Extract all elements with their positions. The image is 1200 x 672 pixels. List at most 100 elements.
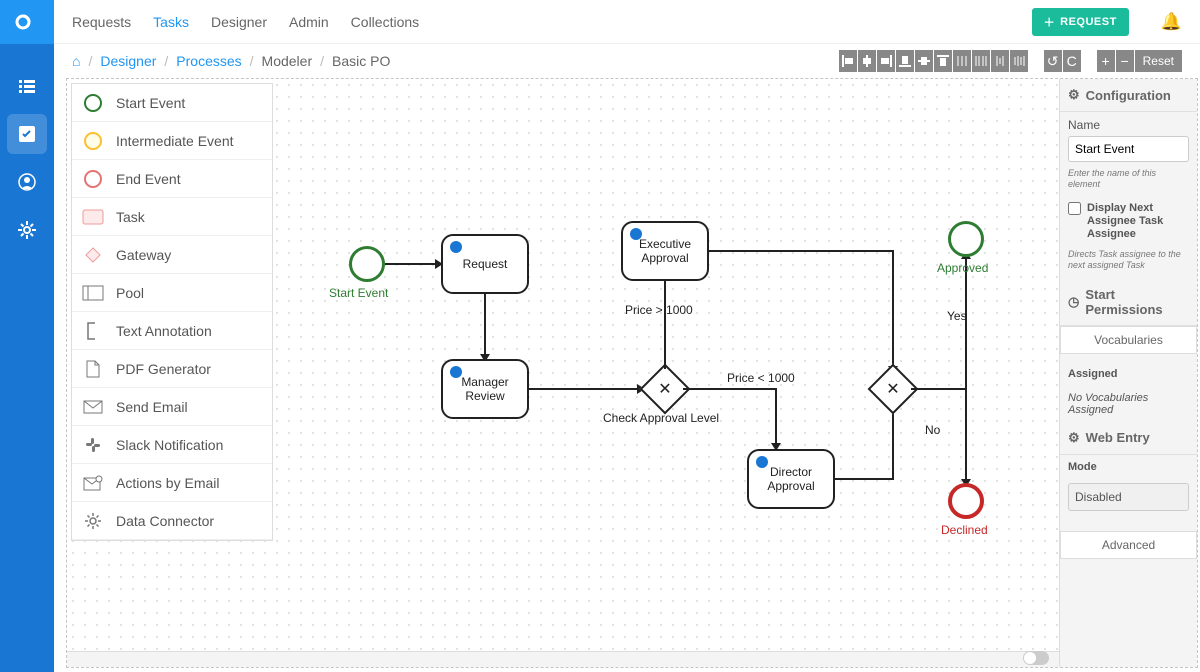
align-top-button[interactable] [934, 50, 952, 72]
zoom-in-button[interactable]: + [1097, 50, 1115, 72]
user-badge-icon [450, 241, 462, 253]
palette-start-event[interactable]: Start Event [72, 84, 272, 122]
config-title: Configuration [1086, 88, 1171, 103]
bpmn-end-approved[interactable] [948, 221, 984, 257]
undo-button[interactable]: ↺ [1044, 50, 1062, 72]
flow-g2-split-h [911, 388, 967, 390]
align-right-button[interactable] [877, 50, 895, 72]
bpmn-task-director[interactable]: Director Approval [747, 449, 835, 509]
flow-g1-dir-v [775, 388, 777, 443]
palette-label: End Event [116, 171, 181, 187]
display-next-checkbox[interactable] [1068, 202, 1081, 215]
diamond-pink-icon [82, 245, 104, 265]
request-button[interactable]: ＋ REQUEST [1032, 8, 1129, 36]
flow-manager-gateway1 [529, 388, 637, 390]
bpmn-task-exec[interactable]: Executive Approval [621, 221, 709, 281]
task-label: Manager Review [443, 375, 527, 404]
gateway1-label: Check Approval Level [603, 411, 719, 425]
palette-gateway[interactable]: Gateway [72, 236, 272, 274]
dist-h2-button[interactable] [972, 50, 990, 72]
palette-label: Actions by Email [116, 475, 219, 491]
text-ann-icon [82, 322, 104, 340]
zoom-reset-button[interactable]: Reset [1135, 50, 1182, 72]
bpmn-task-manager[interactable]: Manager Review [441, 359, 529, 419]
display-next-checkbox-row[interactable]: Display Next Assignee Task Assignee [1060, 198, 1197, 246]
palette-label: Gateway [116, 247, 171, 263]
palette-data-connector[interactable]: Data Connector [72, 502, 272, 540]
config-panel: ⚙Configuration Name Enter the name of th… [1059, 79, 1197, 667]
circle-red-icon [82, 169, 104, 189]
no-vocab-text: No Vocabularies Assigned [1060, 386, 1197, 422]
align-hcenter-button[interactable] [858, 50, 876, 72]
flow-dir-g2-h [835, 478, 892, 480]
redo-button[interactable]: C [1063, 50, 1081, 72]
palette-label: Start Event [116, 95, 185, 111]
edge-yes: Yes [947, 309, 967, 323]
zoom-out-button[interactable]: − [1116, 50, 1134, 72]
mode-label: Mode [1060, 455, 1197, 479]
gear-icon [82, 512, 104, 530]
brand-logo[interactable] [0, 0, 54, 44]
name-input[interactable] [1068, 136, 1189, 162]
crumb-current: Basic PO [332, 53, 390, 69]
nav-requests[interactable]: Requests [72, 14, 131, 30]
align-bottom-button[interactable] [896, 50, 914, 72]
advanced-tab[interactable]: Advanced [1060, 531, 1197, 559]
edge-price-gt: Price > 1000 [625, 303, 693, 317]
palette-label: Pool [116, 285, 144, 301]
dist-v-button[interactable] [991, 50, 1009, 72]
gear-icon: ⚙ [1068, 430, 1080, 446]
flow-g2-yes-v [965, 259, 967, 389]
nav-designer[interactable]: Designer [211, 14, 267, 30]
dist-v2-button[interactable] [1010, 50, 1028, 72]
mode-select[interactable]: Disabled [1068, 483, 1189, 511]
crumb-designer[interactable]: Designer [100, 53, 156, 69]
palette-actions-email[interactable]: Actions by Email [72, 464, 272, 502]
approved-label: Approved [937, 261, 988, 275]
top-nav: Requests Tasks Designer Admin Collection… [54, 0, 1200, 44]
plus-icon: ＋ [1044, 14, 1056, 30]
user-icon: ◷ [1068, 294, 1079, 310]
breadcrumb-row: ⌂ / Designer / Processes / Modeler / Bas… [54, 44, 1200, 78]
web-entry-header[interactable]: ⚙ Web Entry [1060, 422, 1197, 455]
crumb-processes[interactable]: Processes [176, 53, 241, 69]
rail-item-list[interactable] [7, 66, 47, 106]
mail-action-icon [82, 475, 104, 491]
palette-slack[interactable]: Slack Notification [72, 426, 272, 464]
circle-yellow-icon [82, 131, 104, 151]
bpmn-end-declined[interactable] [948, 483, 984, 519]
vocabularies-tab[interactable]: Vocabularies [1060, 326, 1197, 354]
align-vcenter-button[interactable] [915, 50, 933, 72]
bpmn-start-event[interactable] [349, 246, 385, 282]
palette-end-event[interactable]: End Event [72, 160, 272, 198]
dist-h-button[interactable] [953, 50, 971, 72]
start-permissions-header[interactable]: ◷Start Permissions [1060, 279, 1197, 326]
palette-pdf-generator[interactable]: PDF Generator [72, 350, 272, 388]
nav-tasks[interactable]: Tasks [153, 14, 189, 30]
palette-send-email[interactable]: Send Email [72, 388, 272, 426]
declined-label: Declined [941, 523, 988, 537]
rail-item-settings[interactable] [7, 210, 47, 250]
nav-admin[interactable]: Admin [289, 14, 329, 30]
notifications-icon[interactable]: 🔔 [1161, 12, 1182, 32]
palette-pool[interactable]: Pool [72, 274, 272, 312]
bpmn-task-request[interactable]: Request [441, 234, 529, 294]
bottom-toggle[interactable] [1023, 651, 1049, 665]
web-entry-label: Web Entry [1086, 430, 1150, 445]
flow-dir-g2-v [892, 407, 894, 480]
align-left-button[interactable] [839, 50, 857, 72]
nav-collections[interactable]: Collections [351, 14, 419, 30]
flow-g1-exec [664, 281, 666, 369]
palette-text-annotation[interactable]: Text Annotation [72, 312, 272, 350]
breadcrumb-home-icon[interactable]: ⌂ [72, 53, 80, 69]
palette-label: Text Annotation [116, 323, 212, 339]
canvas-scrollbar[interactable] [67, 651, 1059, 667]
display-next-label: Display Next Assignee Task Assignee [1087, 202, 1189, 242]
flow-g1-dir-h [683, 388, 775, 390]
palette-label: Task [116, 209, 145, 225]
rail-item-tasks[interactable] [7, 114, 47, 154]
rail-item-user[interactable] [7, 162, 47, 202]
name-label: Name [1068, 118, 1189, 132]
palette-task[interactable]: Task [72, 198, 272, 236]
palette-intermediate-event[interactable]: Intermediate Event [72, 122, 272, 160]
